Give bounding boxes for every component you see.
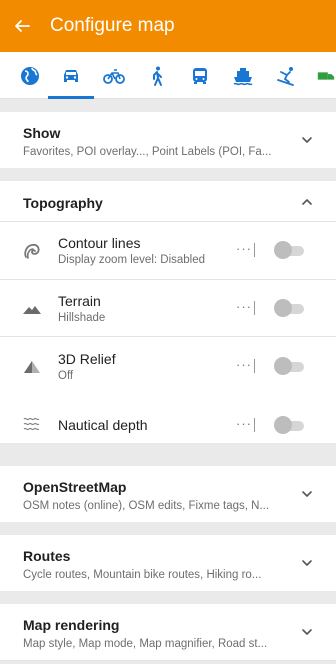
selected-tab-indicator [48,96,94,99]
terrain-toggle[interactable] [274,299,304,317]
arrow-back-icon [15,20,30,32]
tab-truck[interactable] [310,52,336,99]
section-topography-title: Topography [23,195,103,211]
section-osm-subtitle: OSM notes (online), OSM edits, Fixme tag… [23,500,270,512]
chevron-down-icon[interactable] [300,487,314,501]
3d-relief-subtitle: Off [58,370,74,382]
waves-icon [23,417,40,431]
more-options-icon[interactable]: ··· [236,299,252,314]
section-show-title: Show [23,125,61,141]
profile-tabs [0,52,336,99]
truck-icon [317,71,335,80]
list-item-contour-lines[interactable]: Contour lines Display zoom level: Disabl… [0,222,336,278]
nautical-depth-title: Nautical depth [58,417,148,433]
contour-lines-icon [24,243,40,259]
mountain-icon [23,306,41,314]
skiing-icon [277,66,294,86]
chevron-down-icon[interactable] [300,133,314,147]
more-options-icon[interactable]: ··· [236,416,252,431]
nautical-depth-toggle[interactable] [274,416,304,434]
page-title: Configure map [50,15,175,36]
chevron-down-icon[interactable] [300,556,314,570]
section-show[interactable]: Show Favorites, POI overlay..., Point La… [0,112,336,168]
terrain-subtitle: Hillshade [58,312,106,324]
section-osm-title: OpenStreetMap [23,479,127,495]
tab-pedestrian[interactable] [141,52,173,99]
chevron-up-icon[interactable] [300,195,314,209]
list-item-nautical-depth[interactable]: Nautical depth ··· [0,395,336,443]
section-topography-header[interactable]: Topography [0,181,336,221]
section-routes-subtitle: Cycle routes, Mountain bike routes, Hiki… [23,569,262,581]
globe-icon [21,66,39,85]
contour-lines-subtitle: Display zoom level: Disabled [58,254,206,266]
tab-bicycle[interactable] [98,52,130,99]
tab-car[interactable] [55,52,87,99]
section-routes[interactable]: Routes Cycle routes, Mountain bike route… [0,535,336,591]
section-openstreetmap[interactable]: OpenStreetMap OSM notes (online), OSM ed… [0,466,336,522]
tab-browse-map[interactable] [14,52,46,99]
section-map-rendering[interactable]: Map rendering Map style, Map mode, Map m… [0,604,336,660]
relief-3d-icon [24,361,40,373]
bus-icon [193,67,207,84]
section-routes-title: Routes [23,548,71,564]
back-button[interactable] [0,0,44,52]
car-icon [64,69,78,82]
more-options-icon[interactable]: ··· [236,241,252,256]
contour-lines-title: Contour lines [58,235,141,251]
list-item-3d-relief[interactable]: 3D Relief Off ··· [0,337,336,393]
more-options-icon[interactable]: ··· [236,357,252,372]
tab-boat[interactable] [227,52,259,99]
walking-icon [153,66,162,86]
3d-relief-title: 3D Relief [58,351,116,367]
tab-ski[interactable] [270,52,302,99]
app-bar: Configure map [0,0,336,52]
contour-lines-toggle[interactable] [274,241,304,259]
section-rendering-title: Map rendering [23,617,120,633]
terrain-title: Terrain [58,293,101,309]
bicycle-icon [103,68,125,84]
3d-relief-toggle[interactable] [274,357,304,375]
section-show-header: Show Favorites, POI overlay..., Point La… [0,112,336,168]
boat-icon [233,67,253,85]
tab-public-transport[interactable] [184,52,216,99]
list-item-terrain[interactable]: Terrain Hillshade ··· [0,280,336,336]
section-show-subtitle: Favorites, POI overlay..., Point Labels … [23,146,272,158]
chevron-down-icon[interactable] [300,625,314,639]
section-rendering-subtitle: Map style, Map mode, Map magnifier, Road… [23,638,268,650]
